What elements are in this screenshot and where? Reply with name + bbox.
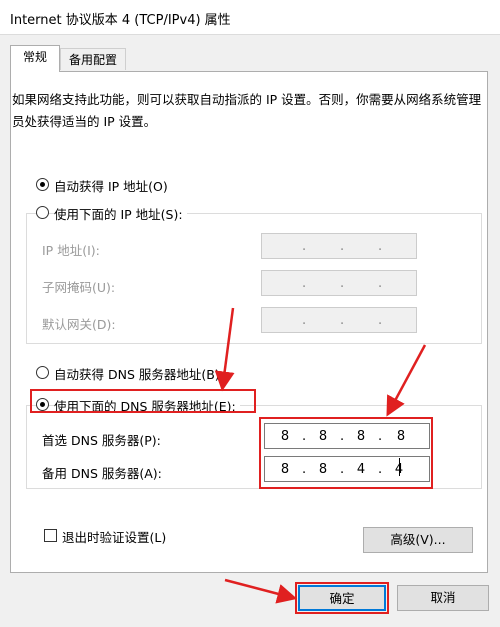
gateway-field[interactable]: ...: [261, 307, 417, 333]
ip-address-field[interactable]: ...: [261, 233, 417, 259]
ip-auto-radio[interactable]: [36, 178, 49, 191]
validate-checkbox[interactable]: [44, 529, 57, 542]
ip-manual-label: 使用下面的 IP 地址(S):: [54, 204, 187, 223]
ip-manual-radio[interactable]: [36, 206, 49, 219]
validate-label: 退出时验证设置(L): [62, 530, 167, 545]
dns-fields-highlight: [259, 417, 433, 489]
subnet-mask-label: 子网掩码(U):: [42, 280, 116, 295]
preferred-dns-label: 首选 DNS 服务器(P):: [42, 433, 161, 448]
description-text: 如果网络支持此功能，则可以获取自动指派的 IP 设置。否则，你需要从网络系统管理…: [12, 92, 482, 129]
window-title: Internet 协议版本 4 (TCP/IPv4) 属性: [10, 13, 231, 28]
ok-button-highlight: [295, 582, 389, 614]
dns-manual-highlight: [30, 389, 256, 413]
ip-auto-label: 自动获得 IP 地址(O): [54, 179, 168, 194]
alternate-dns-label: 备用 DNS 服务器(A):: [42, 466, 162, 481]
dns-auto-label: 自动获得 DNS 服务器地址(B): [54, 367, 220, 382]
gateway-label: 默认网关(D):: [42, 317, 116, 332]
cancel-button[interactable]: 取消: [397, 585, 489, 611]
tab-alternate-config[interactable]: 备用配置: [60, 48, 126, 70]
dns-auto-radio[interactable]: [36, 366, 49, 379]
ip-address-label: IP 地址(I):: [42, 243, 100, 258]
title-bar: Internet 协议版本 4 (TCP/IPv4) 属性: [0, 0, 500, 34]
advanced-button[interactable]: 高级(V)...: [363, 527, 473, 553]
tab-general[interactable]: 常规: [10, 45, 60, 72]
subnet-mask-field[interactable]: ...: [261, 270, 417, 296]
